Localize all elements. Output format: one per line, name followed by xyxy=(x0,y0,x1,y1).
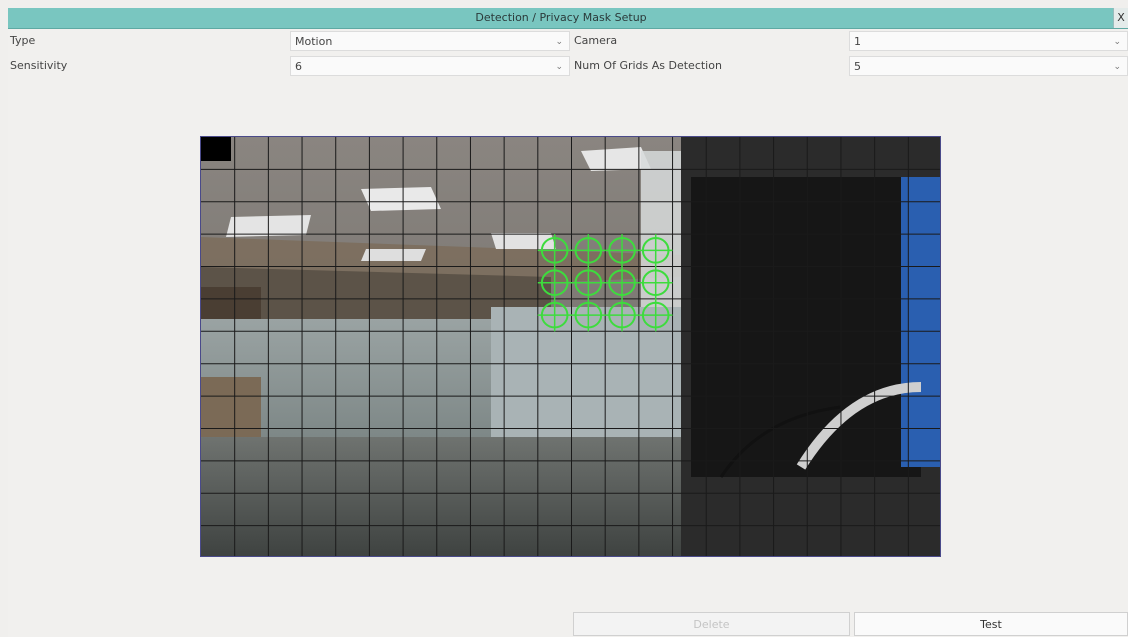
num-grids-dropdown[interactable]: 5 ⌄ xyxy=(849,56,1128,76)
chevron-down-icon: ⌄ xyxy=(555,37,563,47)
camera-preview[interactable] xyxy=(200,136,941,557)
type-dropdown[interactable]: Motion ⌄ xyxy=(290,31,570,51)
camera-label: Camera xyxy=(574,34,618,47)
sensitivity-dropdown[interactable]: 6 ⌄ xyxy=(290,56,570,76)
detection-setup-window: Detection / Privacy Mask Setup X Type Mo… xyxy=(8,8,1128,637)
chevron-down-icon: ⌄ xyxy=(1113,62,1121,72)
num-grids-value: 5 xyxy=(854,60,861,73)
settings-row-2: Sensitivity 6 ⌄ Num Of Grids As Detectio… xyxy=(8,56,1128,78)
camera-value: 1 xyxy=(854,35,861,48)
camera-scene xyxy=(201,137,940,556)
close-button[interactable]: X xyxy=(1113,8,1128,28)
type-label: Type xyxy=(10,34,36,47)
type-value: Motion xyxy=(295,35,333,48)
delete-button[interactable]: Delete xyxy=(573,612,850,636)
test-button[interactable]: Test xyxy=(854,612,1128,636)
window-title: Detection / Privacy Mask Setup xyxy=(475,11,647,24)
sensitivity-value: 6 xyxy=(295,60,302,73)
chevron-down-icon: ⌄ xyxy=(555,62,563,72)
chevron-down-icon: ⌄ xyxy=(1113,37,1121,47)
settings-row-1: Type Motion ⌄ Camera 1 ⌄ xyxy=(8,31,1128,53)
num-grids-label: Num Of Grids As Detection xyxy=(574,59,722,72)
sensitivity-label: Sensitivity xyxy=(10,59,68,72)
title-bar: Detection / Privacy Mask Setup X xyxy=(8,8,1128,29)
camera-dropdown[interactable]: 1 ⌄ xyxy=(849,31,1128,51)
